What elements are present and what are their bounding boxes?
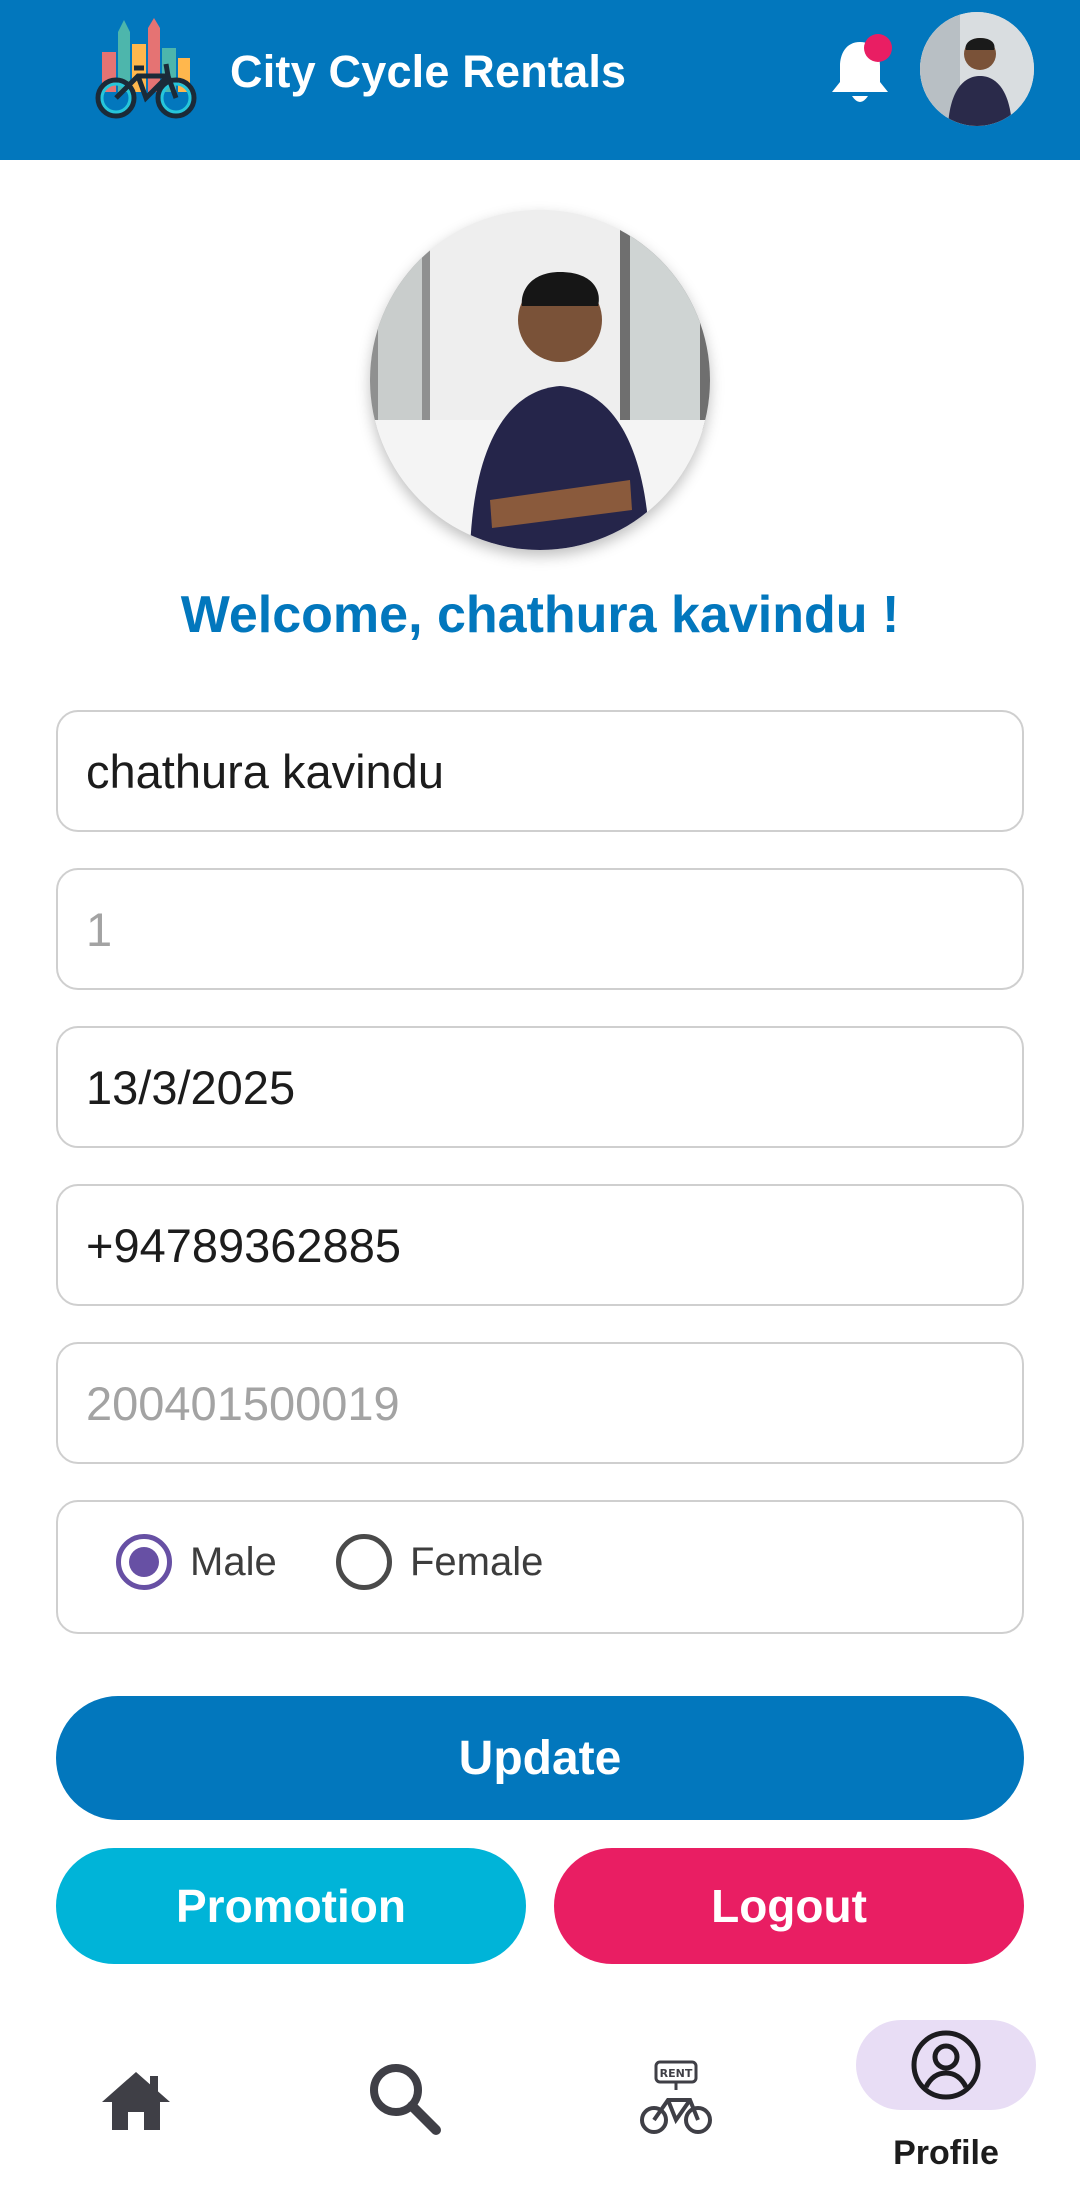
app-title: City Cycle Rentals	[230, 46, 627, 97]
home-icon[interactable]	[100, 2068, 172, 2132]
nic-input[interactable]	[86, 1375, 1022, 1431]
phone-input[interactable]	[86, 1217, 1022, 1273]
radio-female[interactable]: Female	[336, 1534, 543, 1590]
radio-male[interactable]: Male	[116, 1534, 277, 1590]
birthdate-field[interactable]	[56, 1026, 1024, 1148]
bottom-navigation: RENT Profile	[0, 2000, 1080, 2205]
avatar-image	[920, 12, 1034, 126]
profile-photo[interactable]	[370, 210, 710, 550]
welcome-message: Welcome, chathura kavindu !	[180, 586, 900, 644]
nav-profile[interactable]	[856, 2020, 1036, 2110]
name-input[interactable]	[86, 743, 1022, 799]
city-bicycle-logo-icon	[95, 18, 197, 119]
radio-female-label: Female	[410, 1539, 544, 1584]
radio-female-button[interactable]	[336, 1534, 392, 1590]
user-avatar[interactable]	[920, 12, 1034, 126]
radio-male-label: Male	[190, 1539, 277, 1584]
promotion-button[interactable]: Promotion	[56, 1848, 526, 1964]
nic-field[interactable]	[56, 1342, 1024, 1464]
logout-button[interactable]: Logout	[554, 1848, 1024, 1964]
gender-selector: Male Female	[56, 1500, 1024, 1634]
profile-image	[370, 210, 710, 550]
update-button[interactable]: Update	[56, 1696, 1024, 1820]
birthdate-input[interactable]	[86, 1059, 1022, 1115]
rent-badge-text: RENT	[660, 2067, 693, 2080]
nav-profile-label: Profile	[893, 2134, 999, 2172]
name-field[interactable]	[56, 710, 1024, 832]
rent-bicycle-icon[interactable]: RENT	[640, 2060, 712, 2136]
id-field[interactable]	[56, 868, 1024, 990]
notification-dot	[864, 34, 892, 62]
id-input[interactable]	[86, 901, 1022, 957]
search-icon[interactable]	[366, 2060, 442, 2136]
phone-field[interactable]	[56, 1184, 1024, 1306]
profile-icon	[911, 2030, 981, 2100]
app-bar: City Cycle Rentals	[0, 0, 1080, 160]
radio-male-button[interactable]	[116, 1534, 172, 1590]
